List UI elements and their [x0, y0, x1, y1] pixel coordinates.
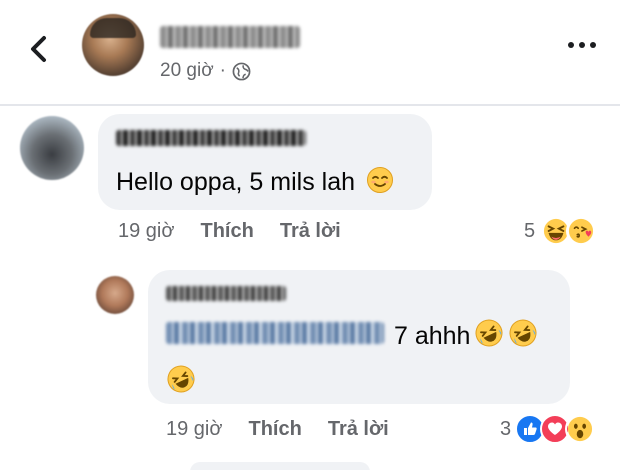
comment-time[interactable]: 19 giờ: [118, 220, 174, 243]
like-button[interactable]: Thích: [248, 418, 301, 441]
post-time[interactable]: 20 giờ: [160, 60, 214, 82]
mention-link-blurred[interactable]: [166, 322, 384, 344]
reaction-summary[interactable]: 5: [524, 216, 597, 246]
author-avatar[interactable]: [82, 14, 144, 76]
reaction-icons: [541, 216, 597, 246]
reply-time[interactable]: 19 giờ: [166, 418, 222, 441]
reply-actions: 19 giờ Thích Trả lời: [166, 418, 389, 441]
comment-bubble: Hello oppa, 5 mils lah: [98, 114, 432, 210]
comment-text-content: Hello oppa, 5 mils lah: [116, 168, 356, 196]
post-meta: 20 giờ ·: [160, 60, 251, 82]
reply-text-content: 7 ahhh: [394, 322, 471, 350]
reply-button[interactable]: Trả lời: [328, 418, 389, 441]
reaction-summary[interactable]: 3: [500, 414, 596, 444]
like-button[interactable]: Thích: [200, 220, 253, 243]
author-name-blurred[interactable]: [160, 26, 300, 48]
header-divider: [0, 104, 620, 106]
reaction-count: 5: [524, 219, 536, 242]
rofl-emoji-icon: [166, 364, 196, 399]
kiss-heart-icon: [566, 216, 597, 246]
reply-button[interactable]: Trả lời: [280, 220, 341, 243]
reply-text: 7 ahhh: [394, 318, 538, 355]
globe-icon: [232, 62, 251, 81]
reaction-count: 3: [500, 417, 512, 440]
comment-text: Hello oppa, 5 mils lah: [116, 166, 394, 201]
commenter-avatar[interactable]: [20, 116, 84, 180]
next-comment-bubble-edge: [190, 462, 370, 470]
back-arrow-icon[interactable]: [22, 32, 56, 66]
relieved-smile-emoji-icon: [366, 166, 394, 201]
rofl-emoji-icon: [508, 318, 538, 355]
commenter-name-blurred[interactable]: [116, 130, 306, 146]
reaction-icons: [515, 414, 596, 444]
more-options-icon[interactable]: [568, 42, 596, 48]
wow-icon: [565, 414, 596, 444]
comment-actions: 19 giờ Thích Trả lời: [118, 220, 341, 243]
reply-commenter-avatar[interactable]: [96, 276, 134, 314]
reply-commenter-name-blurred[interactable]: [166, 286, 286, 301]
post-header: 20 giờ ·: [0, 0, 620, 102]
rofl-emoji-icon: [474, 318, 504, 355]
reply-bubble: 7 ahhh: [148, 270, 570, 404]
meta-separator: ·: [219, 60, 226, 81]
